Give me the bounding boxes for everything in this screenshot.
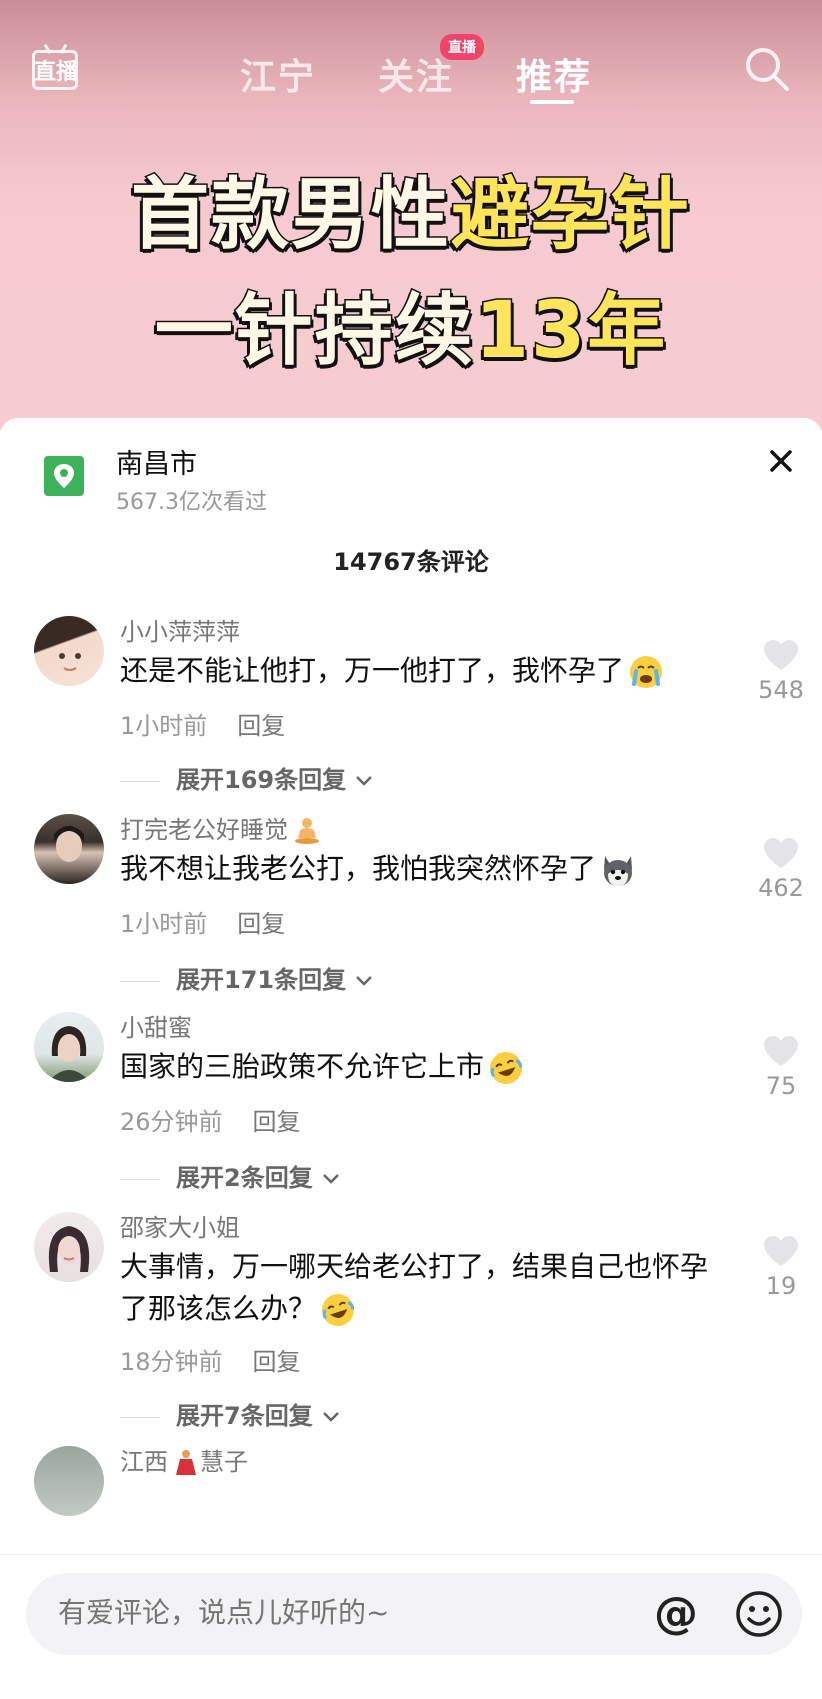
like-count: 19 [765,1272,797,1300]
laughing-crying-emoji-icon [490,1052,523,1084]
meditating-person-emoji-icon [295,818,319,844]
comment-username-part2: 慧子 [200,1448,248,1476]
comment-username-text: 打完老公好睡觉 [120,816,288,844]
tab-local[interactable]: 江宁 [240,48,316,100]
headline-1-white: 首款男性 [129,169,451,262]
top-tabs: 江宁 关注 直播 推荐 [0,34,822,110]
reply-button[interactable]: 回复 [237,712,285,740]
comment-time: 26分钟前 [120,1108,223,1136]
active-tab-indicator [530,100,574,104]
like-count: 462 [758,874,804,902]
avatar[interactable] [34,814,104,884]
dog-face-emoji-icon [604,856,633,886]
chevron-down-icon [356,976,373,986]
comment-input-bar: @ [0,1554,822,1699]
comment-text-content: 还是不能让他打，万一他打了，我怀孕了 [120,654,625,687]
video-area[interactable]: 直播 江宁 关注 直播 推荐 首款男性避孕针 一针持续13年 [0,0,822,430]
avatar[interactable] [34,1446,104,1516]
headline-2-white: 一针持续 [153,285,475,378]
headline-line-1: 首款男性避孕针 [0,152,822,264]
divider [120,1416,160,1418]
emoji-smile-icon[interactable] [734,1589,784,1639]
comment-text: 我不想让我老公打，我怕我突然怀孕了 [120,848,720,890]
reply-button[interactable]: 回复 [253,1108,301,1136]
dancer-emoji-icon [176,1450,196,1475]
location-pin-icon [44,456,84,496]
heart-icon [764,1036,798,1066]
chevron-down-icon [323,1174,339,1184]
comment-text-content: 我不想让我老公打，我怕我突然怀孕了 [120,852,597,885]
comment-time: 1小时前 [120,910,208,938]
crying-emoji-icon [630,656,663,688]
avatar[interactable] [34,1212,104,1282]
chevron-down-icon [356,776,373,786]
avatar[interactable] [34,1012,104,1082]
comment-username[interactable]: 小甜蜜 [120,1008,192,1043]
like-button[interactable]: 19 [756,1234,806,1300]
comment-item[interactable]: 江西 慧子 [0,1432,822,1554]
avatar[interactable] [34,616,104,686]
expand-replies-label: 展开169条回复 [176,766,347,794]
expand-replies-label: 展开2条回复 [176,1164,313,1192]
expand-replies-button[interactable]: 展开169条回复 [120,760,374,795]
close-icon[interactable] [764,444,798,478]
expand-replies-button[interactable]: 展开2条回复 [120,1158,341,1193]
expand-replies-label: 展开171条回复 [176,966,347,994]
heart-icon [764,640,798,670]
comment-text: 国家的三胎政策不允许它上市 [120,1046,720,1088]
expand-replies-label: 展开7条回复 [176,1402,313,1430]
comment-input-box[interactable]: @ [26,1573,802,1655]
live-badge: 直播 [440,34,484,60]
headline-line-2: 一针持续13年 [0,268,822,380]
divider [120,980,160,982]
expand-replies-button[interactable]: 展开171条回复 [120,960,374,995]
comment-username[interactable]: 打完老公好睡觉 [120,810,322,846]
comment-time: 18分钟前 [120,1348,223,1376]
headline-1-yellow: 避孕针 [449,169,692,262]
location-title[interactable]: 南昌市 [116,442,197,481]
comment-text: 还是不能让他打，万一他打了，我怀孕了 [120,650,720,692]
search-icon[interactable] [742,44,792,94]
comment-meta: 1小时前 回复 [120,904,285,939]
comment-meta: 26分钟前 回复 [120,1102,301,1137]
chevron-down-icon [323,1412,339,1422]
like-button[interactable]: 75 [756,1034,806,1100]
comment-text: 大事情，万一哪天给老公打了，结果自己也怀孕了那该怎么办？ [120,1246,720,1330]
reply-button[interactable]: 回复 [253,1348,301,1376]
reply-button[interactable]: 回复 [237,910,285,938]
comment-meta: 1小时前 回复 [120,706,285,741]
like-button[interactable]: 548 [756,638,806,704]
comment-username[interactable]: 小小萍萍萍 [120,612,240,647]
divider [120,780,160,782]
comment-input[interactable] [56,1595,620,1630]
divider [120,1178,160,1180]
comment-sheet: 南昌市 567.3亿次看过 14767条评论 小小萍萍萍 还是不能让他打，万一他… [0,418,822,1698]
like-button[interactable]: 462 [756,836,806,902]
comment-username[interactable]: 江西 慧子 [120,1442,248,1477]
expand-replies-button[interactable]: 展开7条回复 [120,1396,341,1431]
comment-text-content: 大事情，万一哪天给老公打了，结果自己也怀孕了那该怎么办？ [120,1250,709,1325]
comment-count: 14767条评论 [333,548,489,576]
like-count: 548 [758,676,804,704]
location-views: 567.3亿次看过 [116,490,267,515]
mention-at-icon[interactable]: @ [654,1587,698,1641]
heart-icon [764,1236,798,1266]
laughing-crying-emoji-icon [322,1294,355,1326]
comment-time: 1小时前 [120,712,208,740]
comment-text-content: 国家的三胎政策不允许它上市 [120,1050,485,1083]
tab-recommended[interactable]: 推荐 [516,48,592,100]
headline-2-yellow: 13年 [473,285,668,378]
comment-meta: 18分钟前 回复 [120,1342,301,1377]
comment-username-part1: 江西 [120,1448,168,1476]
heart-icon [764,838,798,868]
comment-username[interactable]: 邵家大小姐 [120,1208,240,1243]
like-count: 75 [765,1072,797,1100]
